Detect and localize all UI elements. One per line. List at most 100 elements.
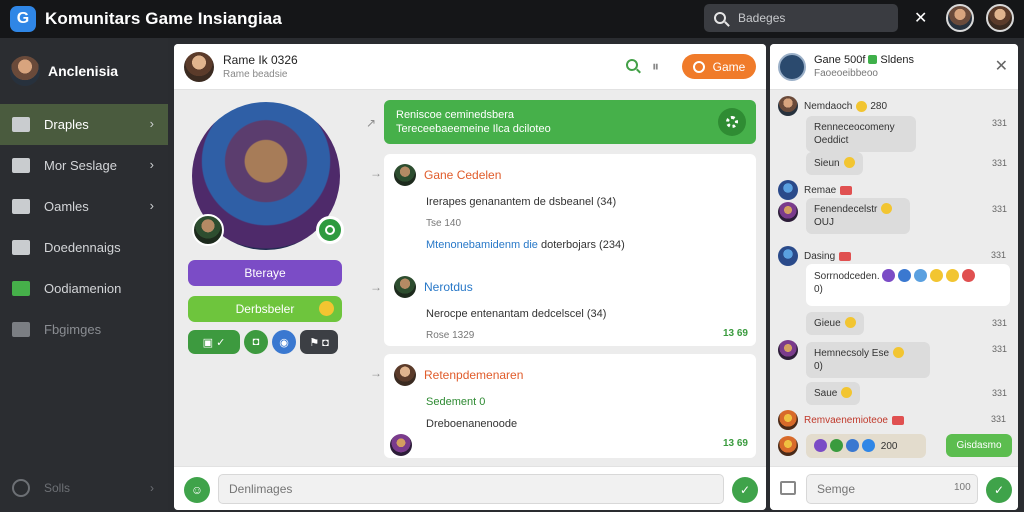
message-card[interactable]: Nerotdus Nerocpe entenantam dedcelscel (… <box>384 266 756 346</box>
user-avatar-1[interactable] <box>946 4 974 32</box>
gear-icon[interactable] <box>718 108 746 136</box>
member-avatar[interactable] <box>778 410 798 430</box>
message-bubble[interactable]: Sorrnodceden. 0) <box>806 264 1010 306</box>
my-message-bubble[interactable]: Gisdasmo <box>946 434 1012 457</box>
reaction-bubble[interactable]: 200 <box>806 434 926 458</box>
online-dot-icon <box>868 55 878 64</box>
flag-icon[interactable]: ⚑ ◘ <box>300 330 338 354</box>
small-avatar[interactable] <box>192 214 224 246</box>
group-title-line: Gane 500f Sldens <box>814 54 914 66</box>
message-card[interactable]: Retenpdemenaren Sedement 0 Dreboenanenoo… <box>384 354 756 458</box>
reply-arrow-icon: ↗ <box>366 116 377 130</box>
message-author: Retenpdemenaren <box>424 368 524 382</box>
reply-bubble[interactable]: Sieun <box>806 152 863 175</box>
author-avatar[interactable] <box>394 164 416 186</box>
gift-icon[interactable]: ◘ <box>244 330 268 354</box>
emoji-icon <box>830 439 843 452</box>
member-avatar[interactable] <box>778 340 798 360</box>
sidebar-user-name: Anclenisia <box>48 63 119 79</box>
sidebar-item-solls[interactable]: Solls › <box>0 470 168 506</box>
group-message-input[interactable] <box>806 474 978 504</box>
emoji-button[interactable]: ☺ <box>184 477 210 503</box>
message-time: 331 <box>990 414 1006 424</box>
sidebar-item-oodiamenion[interactable]: Oodiamenion <box>0 268 168 309</box>
member-avatar[interactable] <box>778 436 798 456</box>
settings-icon <box>12 322 30 337</box>
share-button[interactable]: ▣ ✓ <box>188 330 240 354</box>
member-avatar[interactable] <box>778 180 798 200</box>
profile-portrait[interactable] <box>192 102 344 250</box>
reaction-avatar[interactable] <box>390 434 412 456</box>
green-pill-label: Derbsbeler <box>235 302 295 316</box>
search-icon[interactable] <box>626 59 638 71</box>
group-message[interactable]: Remae <box>778 180 1012 200</box>
app-logo-icon[interactable]: G <box>10 6 36 32</box>
message-time: 331 <box>990 250 1006 260</box>
group-message[interactable]: Nemdaoch 280 <box>778 96 1012 116</box>
message-time: 331 <box>992 388 1008 398</box>
top-search-box[interactable]: Badeges <box>704 4 898 32</box>
sidebar-item-mor-seslage[interactable]: Mor Seslage › <box>0 145 168 186</box>
group-message[interactable]: Dasing 331 <box>778 246 1012 266</box>
member-name: Remvaenemioteoe <box>804 414 888 426</box>
emoji-icon <box>846 439 859 452</box>
chat-avatar[interactable] <box>184 51 214 82</box>
online-status-icon <box>316 216 344 244</box>
character-count: 100 <box>954 482 971 493</box>
discord-icon[interactable]: ◉ <box>272 330 296 354</box>
profile-green-button[interactable]: Derbsbeler <box>188 296 342 322</box>
message-text: Irerapes genanantem de dsbeanel (34) <box>426 196 617 208</box>
pinned-message[interactable]: Reniscoe ceminedsbera Tereceebaeemeine I… <box>384 100 756 144</box>
message-bubble[interactable]: Hemnecsoly Ese 0) <box>806 342 930 378</box>
pinned-line-1: Reniscoe ceminedsbera <box>396 109 515 121</box>
message-bubble[interactable]: Renneceocomeny Oeddict <box>806 116 916 152</box>
smiley-icon <box>843 157 855 168</box>
game-button[interactable]: Game <box>682 54 756 79</box>
forward-arrow-icon: → <box>370 166 382 180</box>
send-button[interactable]: ✓ <box>732 477 758 503</box>
member-avatar[interactable] <box>778 202 798 222</box>
reply-bubble[interactable]: Saue <box>806 382 861 405</box>
message-input[interactable] <box>218 474 724 504</box>
games-icon <box>12 199 30 214</box>
reply-bubble[interactable]: Gieue <box>806 312 864 335</box>
voice-icon[interactable]: ⏸ <box>652 58 668 74</box>
send-button[interactable]: ✓ <box>986 477 1012 503</box>
role-badge-icon <box>891 415 904 425</box>
sidebar-item-doedennaigs[interactable]: Doedennaigs <box>0 227 168 268</box>
attachment-icon[interactable] <box>780 481 796 495</box>
sidebar-item-draples[interactable]: Draples › <box>0 104 168 145</box>
member-avatar[interactable] <box>778 96 798 116</box>
reply-text: Sieun <box>814 158 840 169</box>
message-card[interactable]: Gane Cedelen Irerapes genanantem de dsbe… <box>384 154 756 280</box>
chevron-right-icon: › <box>149 157 154 172</box>
sidebar: Anclenisia Draples › Mor Seslage › Oamle… <box>0 38 168 512</box>
group-subtitle: Faoeoeibbeoo <box>814 68 878 79</box>
close-icon[interactable]: ✕ <box>914 8 927 28</box>
author-avatar[interactable] <box>394 364 416 386</box>
sidebar-bottom-label: Solls <box>44 481 71 495</box>
message-link[interactable]: Mtenonebamidenm die <box>426 239 538 251</box>
sidebar-user[interactable]: Anclenisia <box>0 38 168 104</box>
emoji-icon <box>898 269 912 282</box>
store-icon <box>12 158 30 173</box>
member-name: Dasing <box>804 250 836 262</box>
profile-purple-button[interactable]: Bteraye <box>188 260 342 286</box>
group-logo-icon[interactable] <box>778 52 806 81</box>
message-time: 13 69 <box>722 328 748 339</box>
close-icon[interactable]: ✕ <box>995 56 1008 76</box>
community-icon <box>12 281 30 296</box>
message-bubble[interactable]: Fenendecelstr OUJ <box>806 198 910 234</box>
bubble-text-2: 0) <box>814 284 823 295</box>
author-avatar[interactable] <box>394 276 416 298</box>
group-message[interactable]: Remvaenemioteoe 331 <box>778 410 1012 430</box>
sidebar-item-fbgimges[interactable]: Fbgimges <box>0 309 168 350</box>
top-search-placeholder: Badeges <box>738 11 786 25</box>
member-avatar[interactable] <box>778 246 798 266</box>
emoji-icon <box>914 269 928 282</box>
sidebar-item-oamles[interactable]: Oamles › <box>0 186 168 227</box>
message-meta: Rose 1329 <box>426 330 475 341</box>
user-avatar-2[interactable] <box>986 4 1014 32</box>
message-time: 331 <box>992 118 1008 128</box>
chat-name: Rame Ik 0326 <box>223 53 298 67</box>
